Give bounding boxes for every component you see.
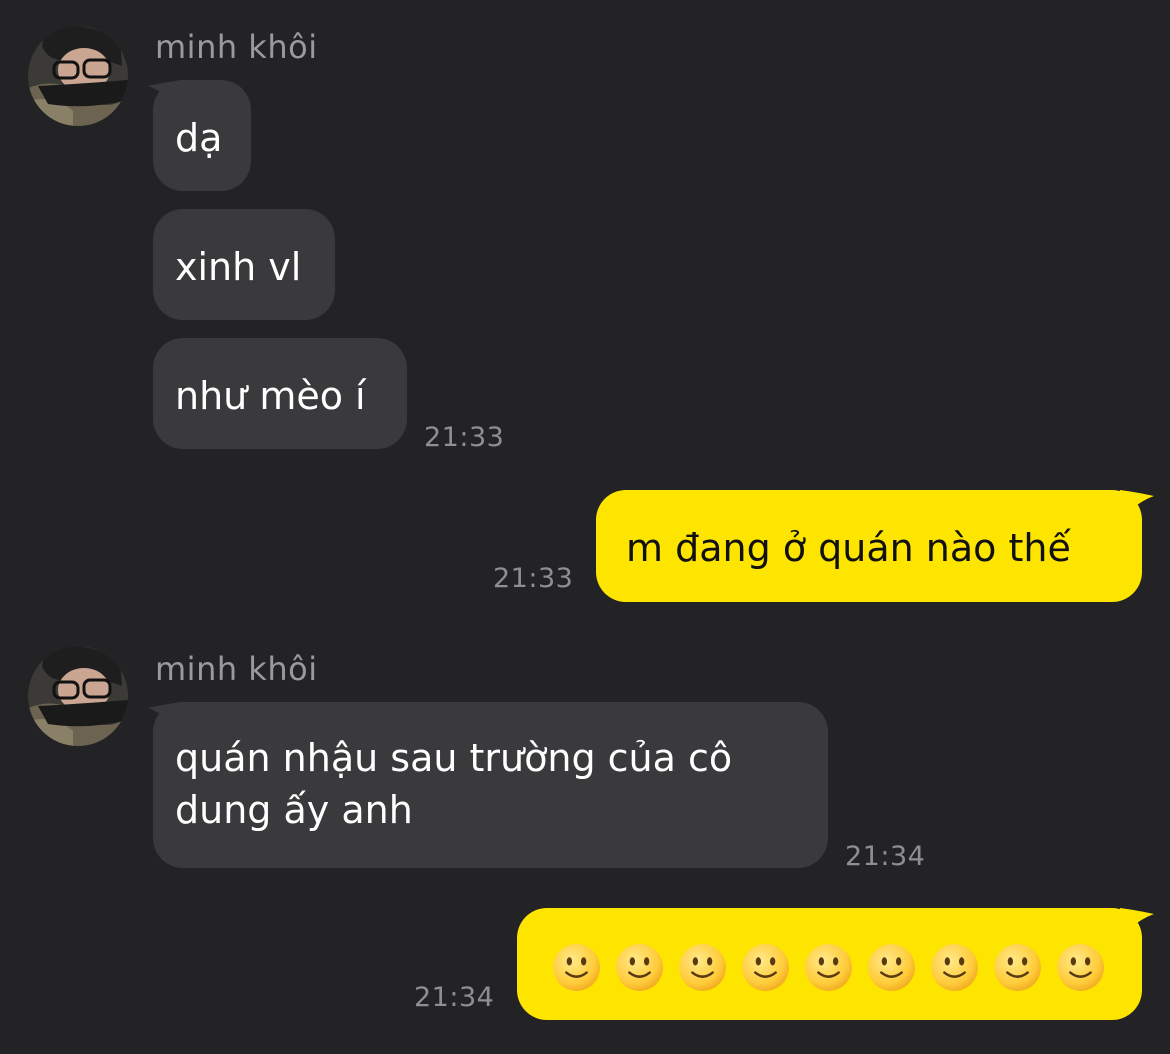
slightly-smiling-face-icon bbox=[866, 942, 917, 993]
message-timestamp: 21:33 bbox=[493, 563, 574, 594]
slightly-smiling-face-icon bbox=[551, 942, 602, 993]
slightly-smiling-face-icon bbox=[1055, 942, 1106, 993]
chat-view: minh khôi dạ xinh vl như mèo í 21:33 21:… bbox=[0, 0, 1170, 1054]
message-timestamp: 21:34 bbox=[845, 841, 926, 872]
slightly-smiling-face-icon bbox=[614, 942, 665, 993]
bubble-tail bbox=[1120, 908, 1154, 942]
outgoing-message[interactable] bbox=[517, 908, 1142, 1020]
incoming-message[interactable]: xinh vl bbox=[153, 209, 335, 320]
message-text: quán nhậu sau trường của cô dung ấy anh bbox=[175, 736, 733, 832]
outgoing-message[interactable]: m đang ở quán nào thế bbox=[596, 490, 1142, 602]
sender-name: minh khôi bbox=[155, 28, 318, 66]
sender-avatar[interactable] bbox=[28, 646, 128, 746]
incoming-message[interactable]: dạ bbox=[153, 80, 251, 191]
bubble-tail bbox=[1120, 490, 1154, 524]
slightly-smiling-face-icon bbox=[677, 942, 728, 993]
message-text: m đang ở quán nào thế bbox=[626, 526, 1071, 570]
slightly-smiling-face-icon bbox=[929, 942, 980, 993]
message-timestamp: 21:33 bbox=[424, 422, 505, 453]
message-timestamp: 21:34 bbox=[414, 982, 495, 1013]
incoming-message[interactable]: quán nhậu sau trường của cô dung ấy anh bbox=[153, 702, 828, 868]
sender-avatar[interactable] bbox=[28, 26, 128, 126]
incoming-message[interactable]: như mèo í bbox=[153, 338, 407, 449]
slightly-smiling-face-icon bbox=[803, 942, 854, 993]
emoji-row bbox=[551, 938, 1142, 993]
message-text: như mèo í bbox=[175, 374, 366, 418]
sender-name: minh khôi bbox=[155, 650, 318, 688]
message-text: xinh vl bbox=[175, 245, 302, 289]
slightly-smiling-face-icon bbox=[992, 942, 1043, 993]
slightly-smiling-face-icon bbox=[740, 942, 791, 993]
message-text: dạ bbox=[175, 116, 223, 160]
